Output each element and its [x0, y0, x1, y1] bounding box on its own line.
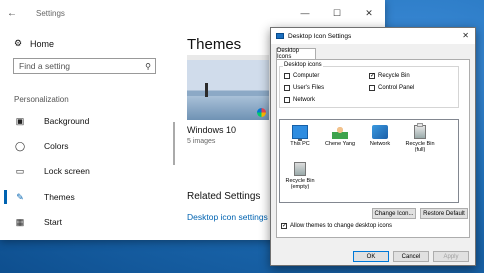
nav-item-colors[interactable]: ◯ Colors [0, 135, 170, 157]
recycle-bin-full-icon [414, 123, 426, 139]
nav-item-background[interactable]: ▣ Background [0, 110, 170, 132]
palette-icon: ◯ [14, 140, 26, 151]
gear-icon: ⚙ [14, 38, 23, 48]
maximize-button[interactable]: ☐ [321, 0, 353, 26]
this-pc-icon [292, 125, 308, 141]
thumbnail-figure [205, 83, 208, 97]
change-icon-button[interactable]: Change Icon... [372, 208, 416, 219]
settings-nav: ⚙ Home Find a setting ⚲ Personalization … [0, 26, 170, 240]
desktop-icon-settings-dialog: Desktop Icon Settings ✕ Desktop Icons De… [270, 27, 476, 266]
icon-user-files[interactable]: Chene Yang [323, 125, 357, 147]
nav-item-lock-screen[interactable]: ▭ Lock screen [0, 160, 170, 182]
theme-image-count: 5 images [187, 138, 216, 145]
icon-label: Recycle Bin (full) [405, 141, 435, 153]
checkbox-box[interactable] [284, 97, 290, 103]
back-arrow-icon[interactable]: ← [0, 8, 24, 19]
checkbox-label: User's Files [293, 85, 325, 91]
image-icon: ▣ [15, 115, 25, 126]
search-input[interactable]: Find a setting ⚲ [13, 58, 156, 74]
start-icon: ▦ [15, 216, 25, 227]
checkbox-users-files[interactable]: User's Files [284, 85, 324, 91]
dialog-titlebar: Desktop Icon Settings ✕ [271, 28, 475, 44]
checkbox-box-checked[interactable]: ✓ [281, 223, 287, 229]
minimize-button[interactable]: — [289, 0, 321, 26]
scrollbar[interactable] [173, 122, 175, 165]
color-swatch-icon [257, 108, 266, 117]
checkbox-computer[interactable]: Computer [284, 73, 319, 79]
search-placeholder: Find a setting [19, 61, 71, 71]
home-label: Home [30, 38, 55, 49]
selection-indicator [4, 190, 7, 204]
desktop-icon-settings-link[interactable]: Desktop icon settings [187, 212, 268, 222]
window-title: Settings [36, 8, 65, 18]
checkbox-box[interactable] [284, 85, 290, 91]
network-icon [372, 125, 388, 139]
nav-item-start[interactable]: ▦ Start [0, 211, 170, 233]
desktop-icons-group: Desktop icons Computer ✓ Recycle Bin Use… [279, 62, 459, 108]
icon-this-pc[interactable]: This PC [283, 125, 317, 147]
checkbox-network[interactable]: Network [284, 97, 315, 103]
checkbox-recycle-bin[interactable]: ✓ Recycle Bin [369, 73, 410, 79]
checkbox-label: Network [293, 97, 316, 103]
checkbox-control-panel[interactable]: Control Panel [369, 85, 414, 91]
icon-label: Chene Yang [324, 141, 356, 147]
nav-item-label: Colors [44, 141, 69, 151]
checkbox-label: Recycle Bin [378, 73, 410, 79]
thumbnail-water [187, 96, 269, 120]
icon-label: This PC [290, 141, 310, 147]
checkbox-box-checked[interactable]: ✓ [369, 73, 375, 79]
nav-item-label: Start [44, 217, 62, 227]
icon-recycle-bin-full[interactable]: Recycle Bin (full) [403, 123, 437, 153]
checkbox-allow-themes[interactable]: ✓ Allow themes to change desktop icons [281, 223, 392, 229]
restore-default-button[interactable]: Restore Default [420, 208, 468, 219]
section-label: Personalization [14, 95, 69, 104]
icon-label: Network [369, 141, 391, 147]
icon-network[interactable]: Network [363, 125, 397, 147]
checkbox-box[interactable] [369, 85, 375, 91]
icon-label: Recycle Bin (empty) [285, 178, 315, 190]
dialog-title: Desktop Icon Settings [288, 32, 352, 40]
checkbox-label: Control Panel [378, 85, 415, 91]
related-settings-title: Related Settings [187, 191, 261, 202]
checkbox-label: Computer [293, 73, 320, 79]
search-icon[interactable]: ⚲ [141, 62, 155, 71]
apply-button[interactable]: Apply [433, 251, 469, 262]
theme-name: Windows 10 [187, 125, 237, 135]
ok-button[interactable]: OK [353, 251, 389, 262]
desktop-icon-list: This PC Chene Yang Network Recycle Bin (… [279, 119, 459, 203]
dialog-close-icon[interactable]: ✕ [462, 31, 469, 40]
checkbox-box[interactable] [284, 73, 290, 79]
checkbox-label: Allow themes to change desktop icons [290, 223, 393, 229]
icon-recycle-bin-empty[interactable]: Recycle Bin (empty) [283, 162, 317, 190]
page-title: Themes [187, 36, 242, 53]
user-files-icon [332, 125, 348, 139]
settings-titlebar: ← Settings — ☐ ✕ [0, 0, 385, 26]
monitor-icon [276, 33, 284, 39]
cancel-button[interactable]: Cancel [393, 251, 429, 262]
nav-item-label: Lock screen [44, 166, 90, 176]
nav-item-label: Themes [44, 192, 75, 202]
nav-item-themes[interactable]: ✎ Themes [0, 186, 170, 208]
nav-item-label: Background [44, 116, 90, 126]
tab-desktop-icons[interactable]: Desktop Icons [276, 48, 316, 60]
group-label: Desktop icons [283, 62, 323, 68]
theme-thumbnail[interactable] [187, 55, 269, 120]
close-button[interactable]: ✕ [353, 0, 385, 26]
nav-home[interactable]: ⚙ Home [14, 38, 54, 49]
brush-icon: ✎ [16, 191, 24, 202]
recycle-bin-empty-icon [294, 162, 306, 176]
lock-screen-icon: ▭ [15, 165, 25, 176]
